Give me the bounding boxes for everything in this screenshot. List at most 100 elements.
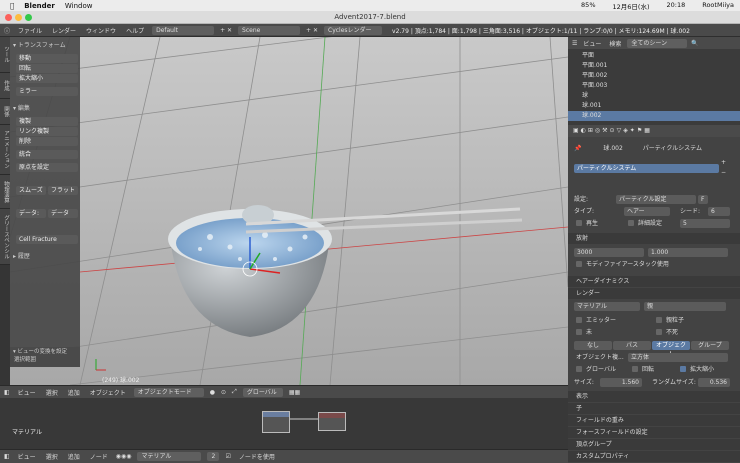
force-field-panel-header[interactable]: フォースフィールドの設定 bbox=[568, 427, 740, 438]
hair-length-field[interactable]: 1.000 bbox=[648, 248, 728, 257]
use-nodes-checkbox-icon[interactable]: ☑ bbox=[225, 453, 230, 460]
tab-tools[interactable]: ツール bbox=[0, 37, 10, 73]
node-editor-type-icon[interactable]: ◧ bbox=[4, 453, 10, 460]
layers-icon[interactable]: ▦▦ bbox=[289, 389, 300, 396]
orientation-select[interactable]: グローバル bbox=[242, 387, 283, 397]
shade-smooth-button[interactable]: スムーズ bbox=[16, 186, 46, 195]
tab-create[interactable]: 作成 bbox=[0, 73, 10, 99]
seed-field[interactable]: 6 bbox=[708, 207, 730, 216]
particle-system-list-item[interactable]: パーティクルシステム bbox=[574, 164, 719, 173]
scale-button[interactable]: 拡大縮小 bbox=[16, 74, 78, 83]
info-editor-icon[interactable]: ⓘ bbox=[4, 26, 10, 35]
search-icon[interactable]: 🔍 bbox=[691, 40, 698, 47]
parent-field[interactable]: 親 bbox=[644, 302, 726, 311]
hair-dynamics-panel-header[interactable]: ヘアーダイナミクス bbox=[568, 276, 740, 287]
dupli-object-field[interactable]: 立方体 bbox=[628, 353, 728, 362]
window-menu[interactable]: Window bbox=[65, 2, 93, 10]
outliner-item[interactable]: 平面.001 bbox=[568, 61, 740, 71]
screen-layout-field[interactable]: Default bbox=[152, 25, 215, 35]
outliner-item-selected[interactable]: 球.002 bbox=[568, 111, 740, 121]
render-as-path-tab[interactable]: パス bbox=[613, 341, 651, 350]
emission-panel-header[interactable]: 放射 bbox=[568, 233, 740, 244]
output-node[interactable] bbox=[318, 412, 346, 431]
node-editor[interactable]: マテリアル bbox=[0, 398, 568, 449]
cell-fracture-button[interactable]: Cell Fracture bbox=[16, 235, 78, 244]
window-menu-blender[interactable]: ウィンドウ bbox=[84, 26, 118, 35]
tab-animation[interactable]: アニメーション bbox=[0, 125, 10, 175]
add-scene-icon[interactable]: + ✕ bbox=[306, 27, 318, 34]
help-menu[interactable]: ヘルプ bbox=[124, 26, 146, 35]
type-select[interactable]: ヘアー bbox=[624, 207, 670, 216]
join-button[interactable]: 統合 bbox=[16, 150, 78, 159]
remove-slot-icon[interactable]: − bbox=[721, 169, 726, 176]
select-menu[interactable]: 選択 bbox=[44, 388, 60, 397]
move-button[interactable]: 移動 bbox=[16, 54, 78, 63]
shade-flat-button[interactable]: フラット bbox=[48, 186, 78, 195]
scale-checkbox[interactable] bbox=[680, 366, 686, 372]
view-menu[interactable]: ビュー bbox=[16, 388, 38, 397]
render-as-none-tab[interactable]: なし bbox=[574, 341, 612, 350]
manipulator-icon[interactable]: ⤢ bbox=[232, 388, 237, 396]
node-menu[interactable]: ノード bbox=[88, 452, 110, 461]
properties-context-icons[interactable]: ▣◐⊞◎⚒⊙▽◈✦⚑▦ bbox=[573, 127, 652, 134]
regrow-checkbox[interactable] bbox=[576, 220, 582, 226]
outliner-item[interactable]: 平面.003 bbox=[568, 81, 740, 91]
shading-icon[interactable]: ● bbox=[210, 389, 215, 396]
data-transfer-button[interactable]: データ bbox=[48, 209, 78, 218]
app-menu[interactable]: Blender bbox=[24, 2, 55, 10]
shader-node[interactable] bbox=[262, 411, 290, 433]
size-field[interactable]: 1.560 bbox=[600, 378, 642, 387]
shader-type-icon[interactable]: ◉◉◉ bbox=[116, 453, 132, 460]
transform-section[interactable]: ▾ トランスフォーム bbox=[13, 40, 66, 49]
add-slot-icon[interactable]: + bbox=[721, 159, 726, 166]
add-menu[interactable]: 追加 bbox=[66, 388, 82, 397]
operator-panel-title[interactable]: ▾ ビューの変換を設定 bbox=[10, 347, 80, 355]
user-label[interactable]: RootMiiya bbox=[702, 1, 734, 11]
segments-field[interactable]: 5 bbox=[680, 219, 730, 228]
outliner-scope-select[interactable]: 全てのシーン bbox=[627, 38, 688, 48]
display-panel-header[interactable]: 表示 bbox=[568, 391, 740, 402]
duplicate-button[interactable]: 複製 bbox=[16, 117, 78, 126]
close-window-button[interactable] bbox=[5, 14, 12, 21]
tab-physics[interactable]: 物理演算 bbox=[0, 175, 10, 209]
tab-relations[interactable]: 関係 bbox=[0, 99, 10, 125]
history-section[interactable]: ▸ 履歴 bbox=[13, 251, 30, 260]
rotate-button[interactable]: 回転 bbox=[16, 64, 78, 73]
apple-icon[interactable]:  bbox=[10, 2, 14, 10]
node-add-menu[interactable]: 追加 bbox=[66, 452, 82, 461]
random-size-field[interactable]: 0.536 bbox=[698, 378, 730, 387]
add-layout-icon[interactable]: + ✕ bbox=[220, 27, 232, 34]
material-field[interactable]: マテリアル bbox=[137, 452, 202, 461]
modifier-stack-checkbox[interactable] bbox=[576, 261, 582, 267]
material-users-field[interactable]: 2 bbox=[207, 452, 220, 461]
advanced-checkbox[interactable] bbox=[628, 220, 634, 226]
material-slot-field[interactable]: マテリアル bbox=[574, 302, 640, 311]
node-select-menu[interactable]: 選択 bbox=[44, 452, 60, 461]
children-panel-header[interactable]: 子 bbox=[568, 403, 740, 414]
outliner-item[interactable]: 球 bbox=[568, 91, 740, 101]
object-menu[interactable]: オブジェクト bbox=[88, 388, 128, 397]
render-menu[interactable]: レンダー bbox=[50, 26, 78, 35]
pivot-icon[interactable]: ⊙ bbox=[221, 389, 226, 396]
set-origin-button[interactable]: 原点を設定 bbox=[16, 163, 78, 172]
render-panel-header[interactable]: レンダー bbox=[568, 288, 740, 299]
editor-type-icon[interactable]: ◧ bbox=[4, 389, 10, 396]
outliner-search-menu[interactable]: 検索 bbox=[607, 39, 623, 48]
outliner-item[interactable]: 球.001 bbox=[568, 101, 740, 111]
edit-section[interactable]: ▾ 編集 bbox=[13, 103, 30, 112]
file-menu[interactable]: ファイル bbox=[16, 26, 44, 35]
died-checkbox[interactable] bbox=[656, 329, 662, 335]
render-as-object-tab[interactable]: オブジェクト bbox=[652, 341, 690, 358]
render-as-group-tab[interactable]: グループ bbox=[691, 341, 729, 350]
outliner-editor-icon[interactable]: ☰ bbox=[572, 40, 577, 47]
delete-button[interactable]: 削除 bbox=[16, 137, 78, 146]
zoom-window-button[interactable] bbox=[25, 14, 32, 21]
unborn-checkbox[interactable] bbox=[576, 329, 582, 335]
link-duplicate-button[interactable]: リンク複製 bbox=[16, 127, 78, 136]
parents-checkbox[interactable] bbox=[656, 317, 662, 323]
mode-select[interactable]: オブジェクトモード bbox=[133, 387, 204, 397]
mirror-button[interactable]: ミラー bbox=[16, 87, 78, 96]
emitter-checkbox[interactable] bbox=[576, 317, 582, 323]
operator-option[interactable]: 選択範囲 bbox=[10, 355, 80, 367]
tab-grease-pencil[interactable]: グリースペンシル bbox=[0, 209, 10, 265]
